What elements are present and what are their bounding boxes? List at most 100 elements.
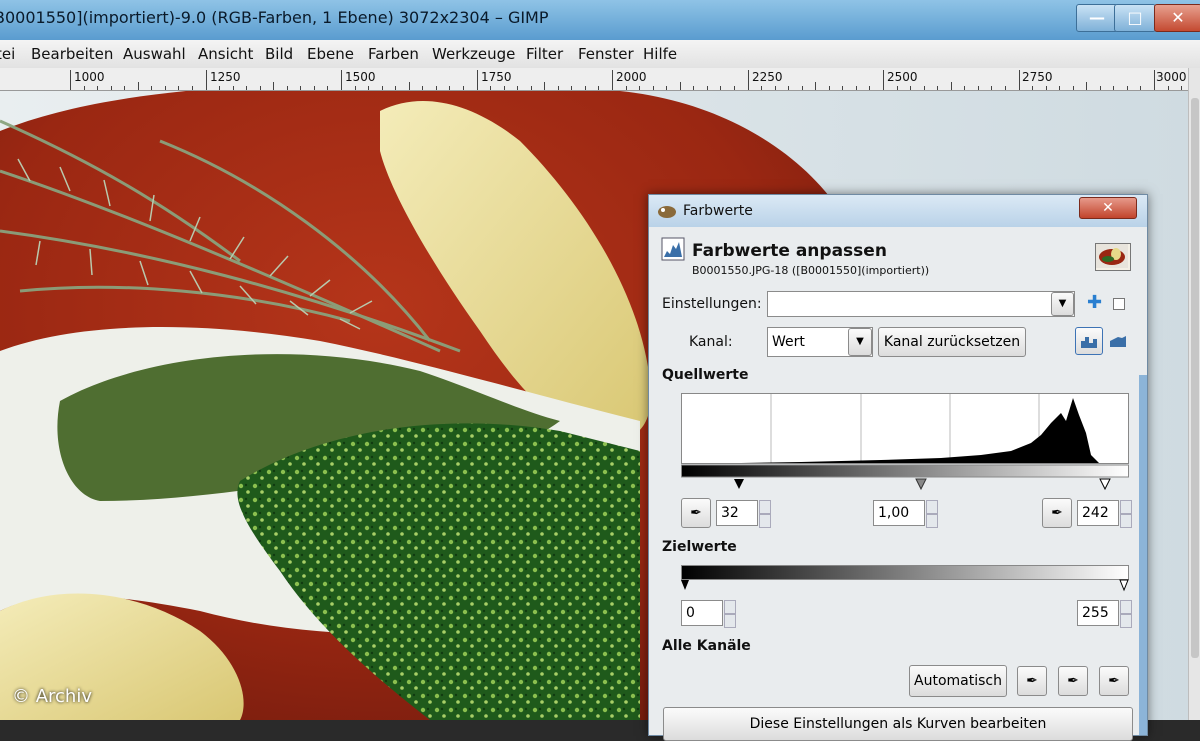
levels-histogram[interactable] [681, 393, 1131, 493]
menu-item-ebene[interactable]: Ebene [307, 45, 354, 63]
target-high-value: 255 [1082, 605, 1109, 621]
maximize-button[interactable]: □ [1114, 4, 1156, 32]
ruler-tick [178, 86, 180, 90]
ruler-tick [1086, 82, 1088, 90]
pick-black-button[interactable]: ✒ [1017, 666, 1047, 696]
ruler-tick [1045, 86, 1047, 90]
auto-button[interactable]: Automatisch [909, 665, 1007, 697]
ruler-tick [1059, 86, 1061, 90]
pick-gray-button[interactable]: ✒ [1058, 666, 1088, 696]
linear-histogram-toggle[interactable] [1075, 327, 1103, 355]
ruler-tick [1099, 86, 1101, 90]
gamma-input[interactable]: 1,00 [873, 500, 925, 526]
ruler-tick [639, 86, 641, 90]
ruler-tick [70, 70, 71, 90]
close-icon: ✕ [1102, 200, 1114, 216]
ruler-tick [679, 82, 681, 90]
menu-item-datei[interactable]: tei [0, 45, 15, 63]
target-high-spinner[interactable] [1120, 600, 1132, 628]
vertical-scrollbar[interactable] [1188, 68, 1200, 720]
ruler-tick [490, 86, 492, 90]
menu-item-farben[interactable]: Farben [368, 45, 419, 63]
ruler-tick [788, 86, 790, 90]
ruler-tick [395, 86, 397, 90]
ruler-tick [164, 86, 166, 90]
ruler-tick [381, 86, 383, 90]
source-values-heading: Quellwerte [662, 367, 749, 383]
ruler-tick [842, 86, 844, 90]
ruler-tick [977, 86, 979, 90]
ruler-tick [435, 86, 437, 90]
settings-dropdown-arrow[interactable]: ▼ [1051, 292, 1074, 316]
ruler-tick [937, 86, 939, 90]
add-preset-icon[interactable]: ✚ [1087, 292, 1102, 313]
menu-item-bearbeiten[interactable]: Bearbeiten [31, 45, 113, 63]
ruler-tick [246, 86, 248, 90]
ruler-tick [720, 86, 722, 90]
edit-as-curves-label: Diese Einstellungen als Kurven bearbeite… [749, 716, 1047, 732]
menu-item-hilfe[interactable]: Hilfe [643, 45, 677, 63]
source-high-spinner[interactable] [1120, 500, 1132, 528]
source-low-input[interactable]: 32 [716, 500, 758, 526]
white-point-picker[interactable]: ✒ [1042, 498, 1072, 528]
ruler-tick [612, 70, 613, 90]
target-low-spinner[interactable] [724, 600, 736, 628]
target-high-input[interactable]: 255 [1077, 600, 1119, 626]
ruler-tick [733, 86, 735, 90]
log-histogram-icon[interactable] [1109, 332, 1127, 348]
pick-white-button[interactable]: ✒ [1099, 666, 1129, 696]
ruler-tick [137, 82, 139, 90]
image-thumbnail [1095, 243, 1131, 271]
dialog-titlebar[interactable]: Farbwerte ✕ [649, 195, 1147, 227]
target-low-input[interactable]: 0 [681, 600, 723, 626]
source-high-input[interactable]: 242 [1077, 500, 1119, 526]
ruler-tick [1004, 86, 1006, 90]
source-low-spinner[interactable] [759, 500, 771, 528]
menu-item-fenster[interactable]: Fenster [578, 45, 634, 63]
settings-combobox[interactable] [767, 291, 1075, 317]
ruler-tick [815, 82, 817, 90]
edit-as-curves-button[interactable]: Diese Einstellungen als Kurven bearbeite… [663, 707, 1133, 741]
ruler-tick [449, 86, 451, 90]
ruler-tick [422, 86, 424, 90]
reset-channel-button[interactable]: Kanal zurücksetzen [878, 327, 1026, 357]
menu-item-werkzeuge[interactable]: Werkzeuge [432, 45, 515, 63]
channel-dropdown-arrow[interactable]: ▼ [848, 328, 872, 356]
ruler-tick [517, 86, 519, 90]
gimp-app-icon [658, 206, 676, 218]
scrollbar-thumb[interactable] [1191, 98, 1199, 658]
close-button[interactable]: ✕ [1154, 4, 1200, 32]
minimize-button[interactable]: — [1076, 4, 1118, 32]
ruler-tick [828, 86, 830, 90]
ruler-tick [801, 86, 803, 90]
ruler-label: 1250 [210, 70, 241, 84]
menu-item-auswahl[interactable]: Auswahl [123, 45, 186, 63]
ruler-tick [273, 82, 275, 90]
menu-item-ansicht[interactable]: Ansicht [198, 45, 253, 63]
horizontal-ruler[interactable]: 1000 1250 1500 1750 2000 2250 2500 2750 … [0, 68, 1188, 91]
menu-item-bild[interactable]: Bild [265, 45, 293, 63]
menu-item-filter[interactable]: Filter [526, 45, 563, 63]
ruler-tick [1113, 86, 1115, 90]
ruler-tick [408, 82, 410, 90]
ruler-tick [300, 86, 302, 90]
black-point-picker[interactable]: ✒ [681, 498, 711, 528]
ruler-tick [191, 86, 193, 90]
target-gradient-slider[interactable] [681, 565, 1131, 595]
eyedropper-icon: ✒ [1051, 505, 1063, 521]
ruler-tick [476, 70, 478, 90]
ruler-tick [883, 70, 884, 90]
ruler-tick [1181, 86, 1183, 90]
dialog-close-button[interactable]: ✕ [1079, 197, 1137, 219]
preset-menu-icon[interactable] [1113, 298, 1125, 310]
source-high-value: 242 [1082, 505, 1109, 521]
ruler-label: 1750 [481, 70, 512, 84]
gamma-spinner[interactable] [926, 500, 938, 528]
ruler-tick [462, 86, 464, 90]
linear-histogram-icon [1081, 337, 1097, 348]
settings-label: Einstellungen: [662, 296, 762, 312]
window-titlebar: B0001550](importiert)-9.0 (RGB-Farben, 1… [0, 0, 1200, 40]
channel-value: Wert [772, 334, 805, 350]
ruler-tick [286, 86, 288, 90]
dialog-scrollbar[interactable] [1139, 375, 1147, 735]
